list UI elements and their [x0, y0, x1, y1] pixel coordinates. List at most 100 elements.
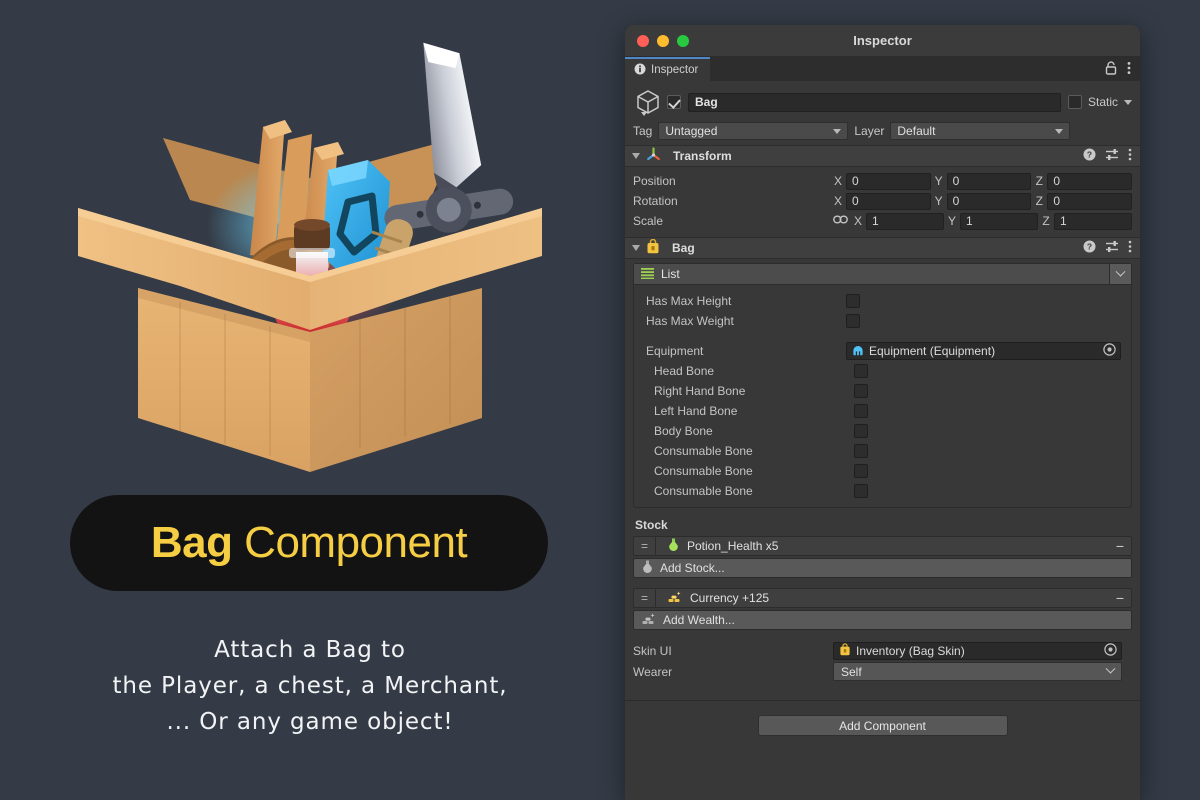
promo-title-bold: Bag	[151, 518, 233, 567]
equipment-object-field[interactable]: Equipment (Equipment)	[846, 342, 1121, 360]
list-header[interactable]: List	[634, 264, 1131, 285]
left-hand-bone-row: Left Hand Bone	[634, 401, 1131, 421]
transform-title: Transform	[673, 149, 732, 163]
window-title: Inspector	[625, 33, 1140, 48]
add-component-button[interactable]: Add Component	[758, 715, 1008, 736]
window-titlebar: Inspector	[625, 25, 1140, 57]
bag-skin-icon	[839, 643, 851, 659]
drag-handle-icon[interactable]: =	[634, 537, 656, 555]
axis-x-label: X	[833, 174, 843, 188]
position-z-field[interactable]: 0	[1047, 173, 1132, 190]
axis-z-label: Z	[1041, 214, 1051, 228]
consumable-bone-field-3[interactable]	[854, 484, 868, 498]
consumable-bone-field-1[interactable]	[854, 444, 868, 458]
head-bone-field[interactable]	[854, 364, 868, 378]
target-icon[interactable]	[1104, 643, 1117, 659]
has-max-height-checkbox[interactable]	[846, 294, 860, 308]
add-stock-button[interactable]: Add Stock...	[633, 558, 1132, 578]
list-lines-icon	[641, 267, 654, 282]
wearer-dropdown[interactable]: Self	[833, 662, 1122, 681]
preset-icon[interactable]	[1105, 240, 1119, 256]
scale-label: Scale	[633, 214, 833, 228]
has-max-weight-checkbox[interactable]	[846, 314, 860, 328]
body-bone-row: Body Bone	[634, 421, 1131, 441]
tagline-line-2: the Player, a chest, a Merchant,	[40, 668, 580, 704]
add-stock-label: Add Stock...	[660, 561, 725, 575]
help-icon[interactable]: ?	[1083, 240, 1096, 256]
tab-inspector-label: Inspector	[651, 64, 698, 76]
scale-x-field[interactable]: 1	[866, 213, 944, 230]
tag-dropdown[interactable]: Untagged	[658, 122, 848, 140]
game-object-name-field[interactable]: Bag	[688, 93, 1061, 112]
more-vertical-icon[interactable]	[1128, 240, 1132, 256]
axis-y-label: Y	[947, 214, 957, 228]
foldout-arrow-icon[interactable]	[632, 153, 640, 159]
foldout-arrow-icon[interactable]	[632, 245, 640, 251]
scale-y-field[interactable]: 1	[960, 213, 1038, 230]
consumable-bone-row-3: Consumable Bone	[634, 481, 1131, 501]
remove-wealth-button[interactable]: −	[1109, 589, 1131, 607]
list-dropdown-button[interactable]	[1109, 264, 1131, 284]
skin-ui-object-field[interactable]: Inventory (Bag Skin)	[833, 642, 1122, 660]
potion-icon	[668, 538, 679, 555]
axis-y-label: Y	[934, 174, 944, 188]
drag-handle-icon[interactable]: =	[634, 589, 656, 607]
add-wealth-button[interactable]: Add Wealth...	[633, 610, 1132, 630]
static-dropdown-caret-icon[interactable]	[1124, 100, 1132, 105]
rotation-x-field[interactable]: 0	[846, 193, 931, 210]
right-hand-bone-label: Right Hand Bone	[654, 384, 854, 398]
bag-component-header[interactable]: Bag ?	[625, 237, 1140, 259]
transform-component-header[interactable]: Transform ?	[625, 145, 1140, 167]
transform-scale-row: Scale X 1 Y 1 Z 1	[625, 211, 1140, 231]
rotation-y-field[interactable]: 0	[947, 193, 1032, 210]
target-icon[interactable]	[1103, 343, 1116, 359]
layer-value: Default	[897, 124, 935, 138]
axis-x-label: X	[853, 214, 863, 228]
position-y-field[interactable]: 0	[947, 173, 1032, 190]
promo-title-light: Component	[232, 518, 467, 567]
tagline-line-1: Attach a Bag to	[40, 632, 580, 668]
has-max-weight-label: Has Max Weight	[646, 314, 846, 328]
inspector-footer: Add Component	[625, 700, 1140, 736]
tagline-line-3: ... Or any game object!	[40, 704, 580, 740]
scale-link-icon[interactable]	[833, 214, 848, 228]
scale-z-field[interactable]: 1	[1054, 213, 1132, 230]
game-object-enabled-checkbox[interactable]	[667, 95, 681, 109]
more-vertical-icon[interactable]	[1127, 61, 1131, 78]
right-hand-bone-field[interactable]	[854, 384, 868, 398]
right-hand-bone-row: Right Hand Bone	[634, 381, 1131, 401]
add-wealth-label: Add Wealth...	[663, 613, 735, 627]
more-vertical-icon[interactable]	[1128, 148, 1132, 164]
transform-gizmo-icon	[646, 147, 661, 165]
body-bone-field[interactable]	[854, 424, 868, 438]
consumable-bone-field-2[interactable]	[854, 464, 868, 478]
potion-icon	[642, 560, 653, 577]
bag-list-panel: List Has Max Height Has Max Weight	[633, 263, 1132, 508]
lock-icon[interactable]	[1105, 61, 1117, 78]
transform-body: Position X 0 Y 0 Z 0 Rotation X 0	[625, 167, 1140, 237]
left-hand-bone-field[interactable]	[854, 404, 868, 418]
gold-coins-icon	[668, 590, 682, 606]
promo-title-pill: Bag Component	[70, 495, 548, 591]
tab-inspector[interactable]: Inspector	[625, 57, 710, 81]
has-max-height-row: Has Max Height	[634, 291, 1131, 311]
stock-section: Stock = Potion_Health x5 −	[625, 518, 1140, 630]
consumable-bone-row-1: Consumable Bone	[634, 441, 1131, 461]
promo-panel: Bag Component Attach a Bag to the Player…	[0, 0, 620, 800]
remove-stock-button[interactable]: −	[1109, 537, 1131, 555]
preset-icon[interactable]	[1105, 148, 1119, 164]
head-bone-label: Head Bone	[654, 364, 854, 378]
static-checkbox[interactable]	[1068, 95, 1082, 109]
list-label: List	[661, 267, 680, 281]
position-x-field[interactable]: 0	[846, 173, 931, 190]
layer-dropdown[interactable]: Default	[890, 122, 1070, 140]
cardboard-box-illustration	[60, 20, 560, 480]
promo-tagline: Attach a Bag to the Player, a chest, a M…	[40, 632, 580, 740]
consumable-bone-label-1: Consumable Bone	[654, 444, 854, 458]
wealth-item-row[interactable]: = Currency +125	[633, 588, 1132, 608]
head-bone-row: Head Bone	[634, 361, 1131, 381]
tag-value: Untagged	[665, 124, 717, 138]
rotation-z-field[interactable]: 0	[1047, 193, 1132, 210]
stock-item-row[interactable]: = Potion_Health x5 −	[633, 536, 1132, 556]
help-icon[interactable]: ?	[1083, 148, 1096, 164]
